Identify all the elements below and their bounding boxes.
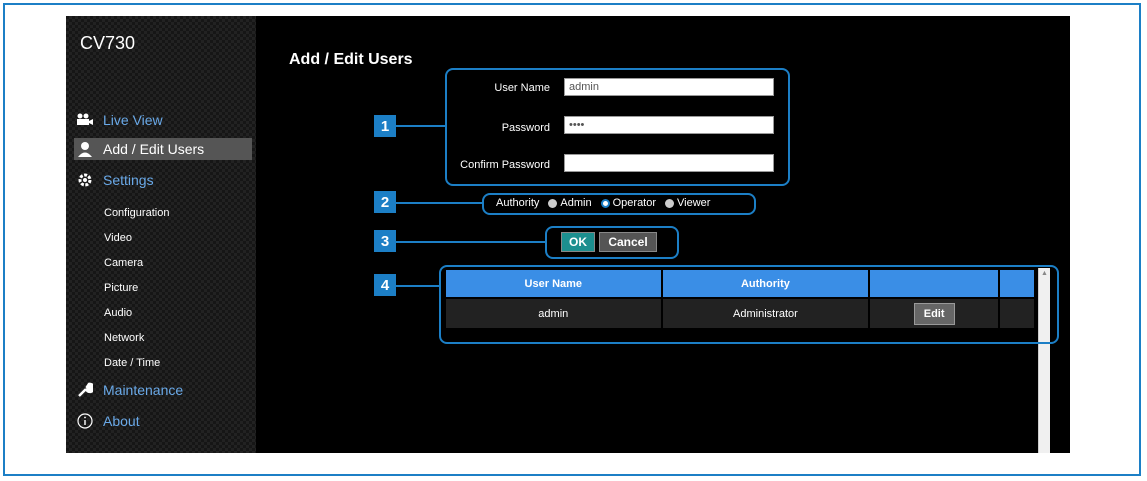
- settings-item-video[interactable]: Video: [104, 232, 132, 244]
- info-icon: [74, 412, 96, 430]
- username-label: User Name: [494, 82, 550, 94]
- callout-badge-4: 4: [374, 274, 396, 296]
- callout-badge-3: 3: [374, 230, 396, 252]
- page-title: Add / Edit Users: [289, 51, 413, 68]
- user-icon: [74, 140, 96, 158]
- nav-label: Live View: [103, 112, 163, 128]
- settings-item-network[interactable]: Network: [104, 332, 144, 344]
- callout-connector-2: [396, 202, 482, 204]
- nav-live-view[interactable]: Live View: [74, 109, 252, 131]
- radio-admin[interactable]: [548, 198, 558, 208]
- radio-operator[interactable]: [600, 198, 610, 208]
- nav-label: Settings: [103, 172, 154, 188]
- radio-viewer[interactable]: [665, 198, 675, 208]
- nav-settings[interactable]: Settings: [74, 169, 252, 191]
- callout-badge-2: 2: [374, 191, 396, 213]
- nav-about[interactable]: About: [74, 410, 252, 432]
- radio-operator-label: Operator: [612, 197, 657, 209]
- confirm-password-input[interactable]: [564, 154, 774, 172]
- callout-connector-3: [396, 241, 545, 243]
- settings-item-configuration[interactable]: Configuration: [104, 207, 169, 219]
- authority-label: Authority: [496, 197, 540, 209]
- radio-admin-label: Admin: [560, 197, 592, 209]
- authority-group: Authority Admin Operator Viewer: [496, 197, 710, 209]
- nav-label: About: [103, 413, 140, 429]
- callout-connector-1: [396, 125, 445, 127]
- settings-item-camera[interactable]: Camera: [104, 257, 143, 269]
- radio-viewer-label: Viewer: [677, 197, 711, 209]
- nav-label: Add / Edit Users: [103, 141, 205, 157]
- nav-add-edit-users[interactable]: Add / Edit Users: [74, 138, 252, 160]
- password-input[interactable]: [564, 116, 774, 134]
- gear-icon: [74, 171, 96, 189]
- settings-item-date-time[interactable]: Date / Time: [104, 357, 160, 369]
- web-ui-screen: CV730 Live View Add / Edit Users Setting…: [66, 16, 1070, 453]
- sidebar: CV730 Live View Add / Edit Users Setting…: [66, 16, 256, 453]
- callout-box-table: [439, 265, 1059, 344]
- app-name: CV730: [80, 33, 136, 53]
- camera-icon: [74, 111, 96, 129]
- username-input[interactable]: [564, 78, 774, 96]
- ok-button[interactable]: OK: [561, 232, 595, 252]
- password-label: Password: [501, 122, 550, 134]
- nav-maintenance[interactable]: Maintenance: [74, 379, 252, 401]
- confirm-password-label: Confirm Password: [460, 159, 550, 171]
- callout-badge-1: 1: [374, 115, 396, 137]
- wrench-icon: [74, 381, 96, 399]
- callout-connector-4: [396, 285, 439, 287]
- cancel-button[interactable]: Cancel: [599, 232, 657, 252]
- settings-item-picture[interactable]: Picture: [104, 282, 138, 294]
- nav-label: Maintenance: [103, 382, 184, 398]
- settings-item-audio[interactable]: Audio: [104, 307, 132, 319]
